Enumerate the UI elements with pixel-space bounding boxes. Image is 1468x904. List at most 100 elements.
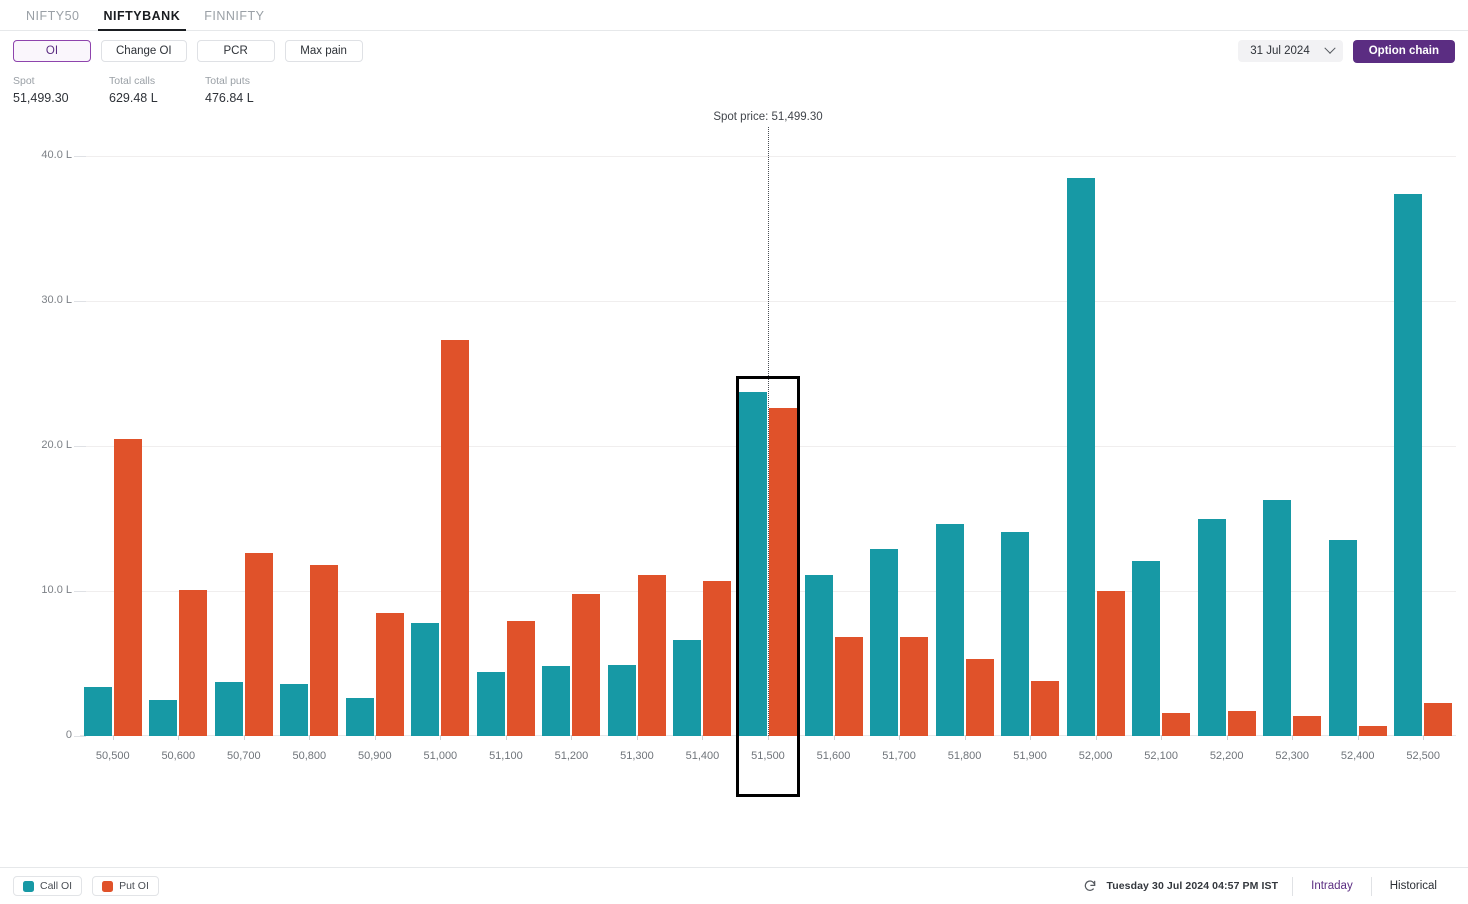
tab-finnifty[interactable]: FINNIFTY <box>192 9 276 30</box>
bar-group[interactable] <box>1128 64 1194 736</box>
call-oi-bar[interactable] <box>1066 177 1095 736</box>
put-oi-bar[interactable] <box>900 637 929 736</box>
call-oi-color-swatch <box>23 880 34 892</box>
call-oi-bar[interactable] <box>1394 193 1423 736</box>
x-axis-tick <box>964 735 966 740</box>
metric-button-oi[interactable]: OI <box>13 40 91 62</box>
x-axis-tick <box>505 735 507 740</box>
call-oi-bar[interactable] <box>214 682 243 736</box>
put-oi-bar[interactable] <box>506 621 535 736</box>
legend-item-call-oi[interactable]: Call OI <box>13 876 83 896</box>
x-axis-tick <box>112 735 114 740</box>
bar-group[interactable] <box>539 64 605 736</box>
put-oi-bar[interactable] <box>310 564 339 736</box>
x-axis-label: 51,400 <box>685 750 720 762</box>
put-oi-bar[interactable] <box>441 340 470 736</box>
call-oi-bar[interactable] <box>673 640 702 736</box>
put-oi-bar[interactable] <box>375 612 404 736</box>
x-axis-tick <box>1226 735 1228 740</box>
call-oi-bar[interactable] <box>476 672 505 736</box>
footer-link-historical[interactable]: Historical <box>1372 880 1455 892</box>
call-oi-bar[interactable] <box>1001 531 1030 736</box>
put-oi-bar[interactable] <box>768 408 797 736</box>
put-oi-bar[interactable] <box>703 580 732 736</box>
x-axis-tick <box>1423 735 1425 740</box>
tab-nifty50[interactable]: NIFTY50 <box>14 9 92 30</box>
metric-button-pcr[interactable]: PCR <box>196 40 275 62</box>
put-oi-bar[interactable] <box>179 589 208 736</box>
x-axis-tick <box>1030 735 1032 740</box>
expiry-date-dropdown[interactable]: 31 Jul 2024 <box>1238 40 1343 62</box>
put-oi-bar[interactable] <box>965 659 994 736</box>
tab-niftybank[interactable]: NIFTYBANK <box>92 9 193 31</box>
bar-group[interactable] <box>604 64 670 736</box>
x-axis-label: 51,900 <box>1013 750 1047 762</box>
call-oi-bar[interactable] <box>607 664 636 736</box>
put-oi-bar[interactable] <box>113 438 142 736</box>
legend-item-put-oi[interactable]: Put OI <box>92 876 159 896</box>
bar-group[interactable] <box>1259 64 1325 736</box>
bar-group[interactable] <box>408 64 474 736</box>
call-oi-bar[interactable] <box>1328 540 1357 736</box>
spot-price-line <box>768 127 769 736</box>
put-oi-bar[interactable] <box>1031 680 1060 736</box>
put-oi-bar[interactable] <box>834 637 863 736</box>
footer-controls: Tuesday 30 Jul 2024 04:57 PM IST Intrada… <box>1083 876 1455 896</box>
bar-group[interactable] <box>211 64 277 736</box>
call-oi-bar[interactable] <box>411 622 440 736</box>
x-axis-label: 51,800 <box>947 750 982 762</box>
bar-group[interactable] <box>932 64 998 736</box>
bar-group[interactable] <box>473 64 539 736</box>
x-axis-label: 52,000 <box>1078 750 1113 762</box>
bar-group[interactable] <box>1194 64 1260 736</box>
metric-button-change-oi[interactable]: Change OI <box>101 40 187 62</box>
metric-button-max-pain[interactable]: Max pain <box>284 40 363 62</box>
x-axis-label: 50,800 <box>292 750 327 762</box>
put-oi-bar[interactable] <box>572 593 601 736</box>
refresh-icon[interactable] <box>1083 879 1097 893</box>
put-oi-bar[interactable] <box>1227 711 1256 736</box>
bar-group[interactable] <box>1390 64 1456 736</box>
bar-group[interactable] <box>670 64 736 736</box>
call-oi-bar[interactable] <box>345 698 374 736</box>
put-oi-bar[interactable] <box>1162 712 1191 736</box>
bar-group[interactable] <box>866 64 932 736</box>
call-oi-bar[interactable] <box>870 548 899 736</box>
x-axis-tick <box>1357 735 1359 740</box>
call-oi-bar[interactable] <box>738 392 767 736</box>
x-axis-label: 51,300 <box>620 750 654 762</box>
x-axis-label: 51,600 <box>816 750 851 762</box>
bar-group[interactable] <box>146 64 212 736</box>
bar-group[interactable] <box>1325 64 1391 736</box>
bar-group[interactable] <box>997 64 1063 736</box>
put-oi-bar[interactable] <box>1358 725 1387 736</box>
call-oi-bar[interactable] <box>149 699 178 736</box>
put-oi-bar[interactable] <box>1293 715 1322 736</box>
x-axis-tick <box>702 735 704 740</box>
footer-link-intraday[interactable]: Intraday <box>1293 880 1371 892</box>
x-axis-tick <box>243 735 245 740</box>
bar-group[interactable] <box>342 64 408 736</box>
put-oi-bar[interactable] <box>1096 591 1125 736</box>
put-oi-bar[interactable] <box>637 575 666 736</box>
option-chain-button[interactable]: Option chain <box>1352 39 1455 63</box>
put-oi-bar[interactable] <box>244 553 273 736</box>
bar-group[interactable] <box>277 64 343 736</box>
call-oi-bar[interactable] <box>1197 518 1226 736</box>
legend-label-put-oi: Put OI <box>119 880 149 892</box>
call-oi-bar[interactable] <box>1132 560 1161 736</box>
chart-footer: Call OI Put OI Tuesday 30 Jul 2024 04:57… <box>0 867 1468 904</box>
call-oi-bar[interactable] <box>280 683 309 736</box>
call-oi-bar[interactable] <box>1263 499 1292 736</box>
x-axis-tick <box>1292 735 1294 740</box>
call-oi-bar[interactable] <box>935 524 964 736</box>
x-axis-label: 52,500 <box>1406 750 1441 762</box>
put-oi-color-swatch <box>102 880 114 892</box>
call-oi-bar[interactable] <box>83 686 112 736</box>
bar-group[interactable] <box>801 64 867 736</box>
call-oi-bar[interactable] <box>804 575 833 736</box>
bar-group[interactable] <box>80 64 146 736</box>
put-oi-bar[interactable] <box>1424 702 1453 736</box>
bar-group[interactable] <box>1063 64 1129 736</box>
call-oi-bar[interactable] <box>542 666 571 736</box>
